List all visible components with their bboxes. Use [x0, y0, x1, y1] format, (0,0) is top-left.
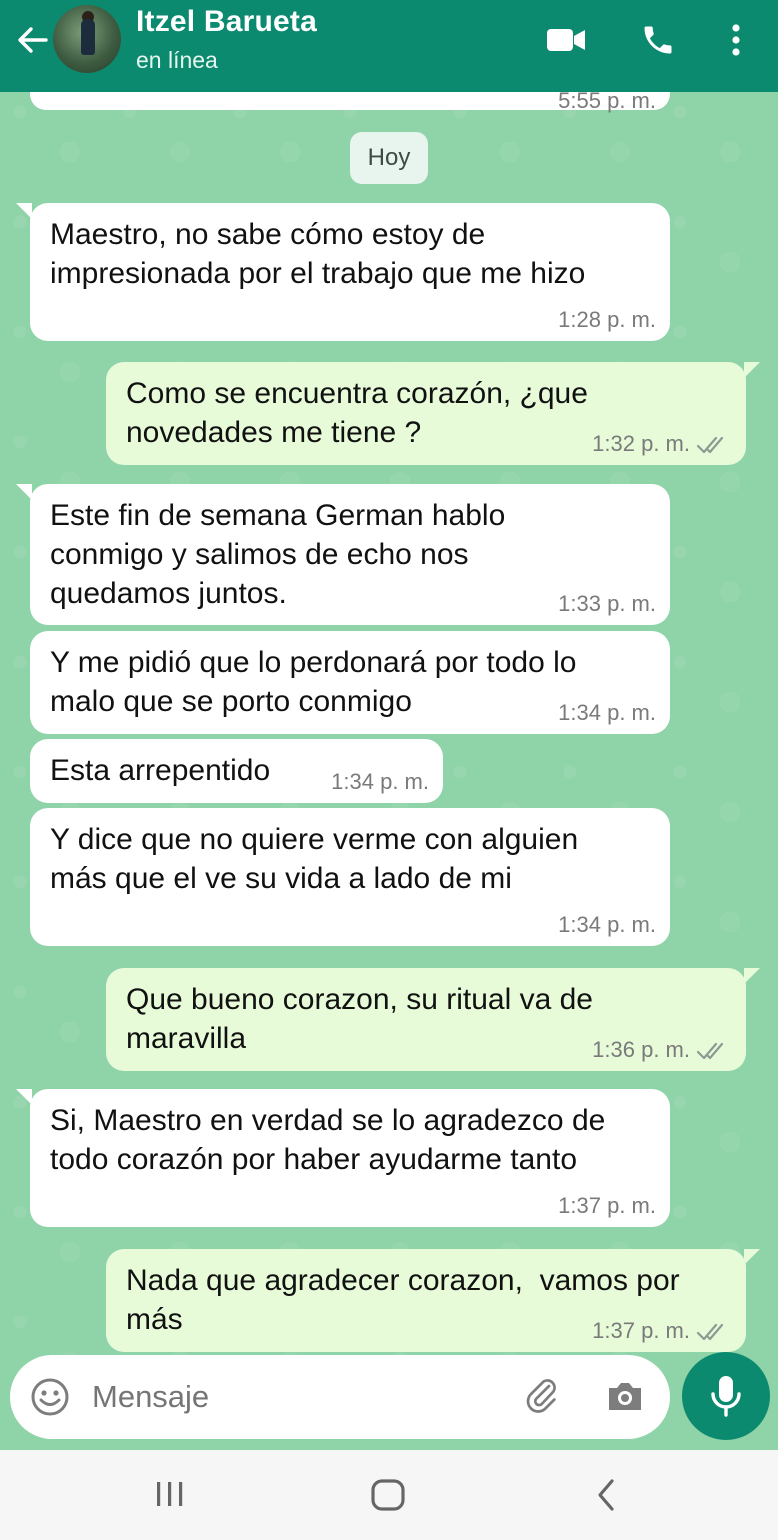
attach-icon[interactable]	[522, 1377, 562, 1417]
home-icon[interactable]	[370, 1478, 406, 1512]
message-composer	[10, 1355, 670, 1439]
double-check-icon	[696, 1323, 724, 1341]
camera-icon[interactable]	[604, 1375, 646, 1417]
incoming-message[interactable]: Si, Maestro en verdad se lo agradezco de…	[16, 1089, 670, 1227]
outgoing-message[interactable]: Nada que agradecer corazon, vamos por má…	[106, 1249, 760, 1352]
nav-back-icon[interactable]	[594, 1478, 618, 1512]
message-time: 1:34 p. m.	[331, 769, 429, 794]
incoming-message[interactable]: Y me pidió que lo perdonará por todo lo …	[30, 631, 670, 734]
message-text: Y dice que no quiere verme con alguien m…	[50, 823, 579, 895]
message-time: 1:36 p. m.	[592, 1037, 690, 1062]
more-vert-icon[interactable]	[728, 22, 744, 58]
message-text: Como se encuentra corazón, ¿que novedade…	[126, 377, 588, 449]
system-nav-bar	[0, 1450, 778, 1540]
double-check-icon	[696, 436, 724, 454]
message-input[interactable]	[90, 1371, 494, 1423]
message-bubble-partial: 5:55 p. m.	[30, 92, 670, 113]
recent-apps-icon[interactable]	[154, 1480, 186, 1508]
message-text: Si, Maestro en verdad se lo agradezco de…	[50, 1104, 606, 1176]
incoming-message[interactable]: Este fin de semana German hablo conmigo …	[16, 484, 670, 625]
message-time: 1:32 p. m.	[592, 431, 690, 456]
message-text: Esta arrepentido	[50, 754, 271, 787]
message-time: 1:28 p. m.	[558, 307, 656, 332]
message-time: 1:33 p. m.	[558, 591, 656, 616]
chat-area[interactable]: 5:55 p. m. Hoy Maestro, no sabe cómo est…	[0, 92, 778, 1356]
message-text: Maestro, no sabe cómo estoy de impresion…	[50, 218, 586, 290]
message-time: 1:37 p. m.	[558, 1193, 656, 1218]
date-divider: Hoy	[350, 132, 428, 184]
message-time: 1:37 p. m.	[592, 1318, 690, 1343]
mic-icon	[711, 1376, 741, 1417]
incoming-message[interactable]: Maestro, no sabe cómo estoy de impresion…	[16, 203, 670, 341]
incoming-message[interactable]: Y dice que no quiere verme con alguien m…	[30, 808, 670, 946]
incoming-message[interactable]: Esta arrepentido 1:34 p. m.	[30, 739, 443, 803]
outgoing-message[interactable]: Que bueno corazon, su ritual va de marav…	[106, 968, 760, 1071]
message-text: Y me pidió que lo perdonará por todo lo …	[50, 646, 577, 718]
back-arrow-icon[interactable]	[14, 22, 50, 58]
contact-status: en línea	[136, 47, 218, 73]
contact-name[interactable]: Itzel Barueta	[136, 5, 317, 39]
double-check-icon	[696, 1042, 724, 1060]
chat-header: Itzel Barueta en línea	[0, 0, 778, 92]
message-text: Este fin de semana German hablo conmigo …	[50, 499, 506, 610]
message-time: 1:34 p. m.	[558, 912, 656, 937]
voice-record-button[interactable]	[682, 1352, 770, 1440]
contact-avatar[interactable]	[53, 5, 121, 73]
outgoing-message[interactable]: Como se encuentra corazón, ¿que novedade…	[106, 362, 760, 465]
message-time: 1:34 p. m.	[558, 700, 656, 725]
message-time: 5:55 p. m.	[558, 92, 656, 113]
phone-icon[interactable]	[640, 22, 676, 58]
emoji-icon[interactable]	[30, 1377, 70, 1417]
message-text: Que bueno corazon, su ritual va de marav…	[126, 983, 593, 1055]
video-call-icon[interactable]	[546, 26, 586, 54]
